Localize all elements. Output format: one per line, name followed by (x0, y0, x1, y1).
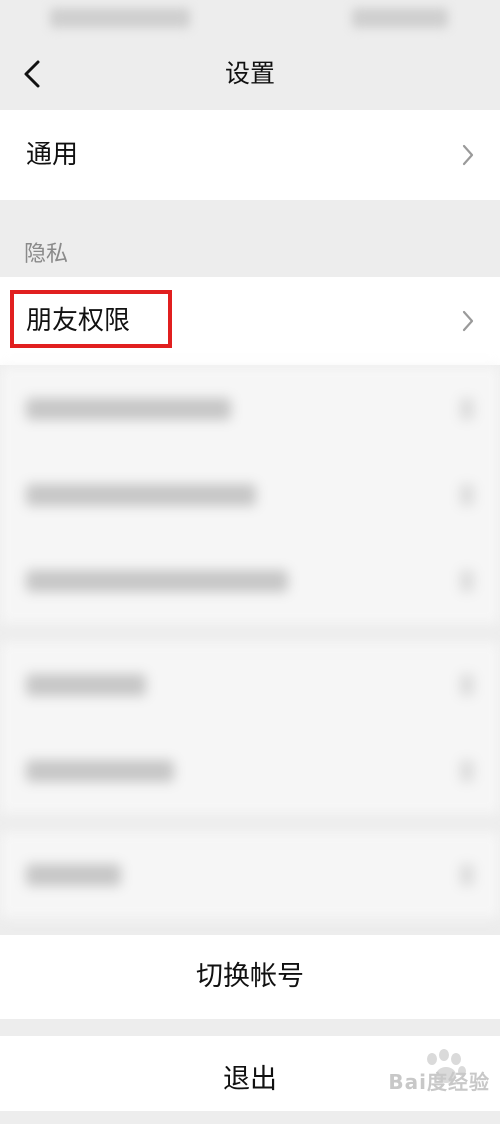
status-bar-left-blurred (50, 8, 190, 28)
nav-bar: 设置 (0, 38, 500, 110)
watermark-text: Bai度经验 (388, 1070, 490, 1094)
settings-item-label: 通用 (26, 140, 79, 170)
switch-account-button[interactable]: 切换帐号 (0, 935, 500, 1019)
obscured-item (0, 832, 500, 918)
obscured-item (0, 728, 500, 814)
obscured-item (0, 452, 500, 538)
obscured-item (0, 366, 500, 452)
highlight-annotation-box (10, 290, 172, 348)
chevron-left-icon (24, 60, 40, 88)
obscured-item (0, 538, 500, 624)
page-title: 设置 (224, 59, 275, 88)
settings-item-general[interactable]: 通用 (0, 110, 500, 200)
section-label-privacy: 隐私 (24, 242, 69, 267)
obscured-item (0, 642, 500, 728)
status-bar (0, 0, 500, 38)
obscured-settings-group (0, 366, 500, 926)
back-button[interactable] (14, 54, 54, 94)
status-bar-right-blurred (352, 8, 448, 28)
chevron-right-icon (462, 144, 474, 166)
chevron-right-icon (462, 310, 474, 332)
